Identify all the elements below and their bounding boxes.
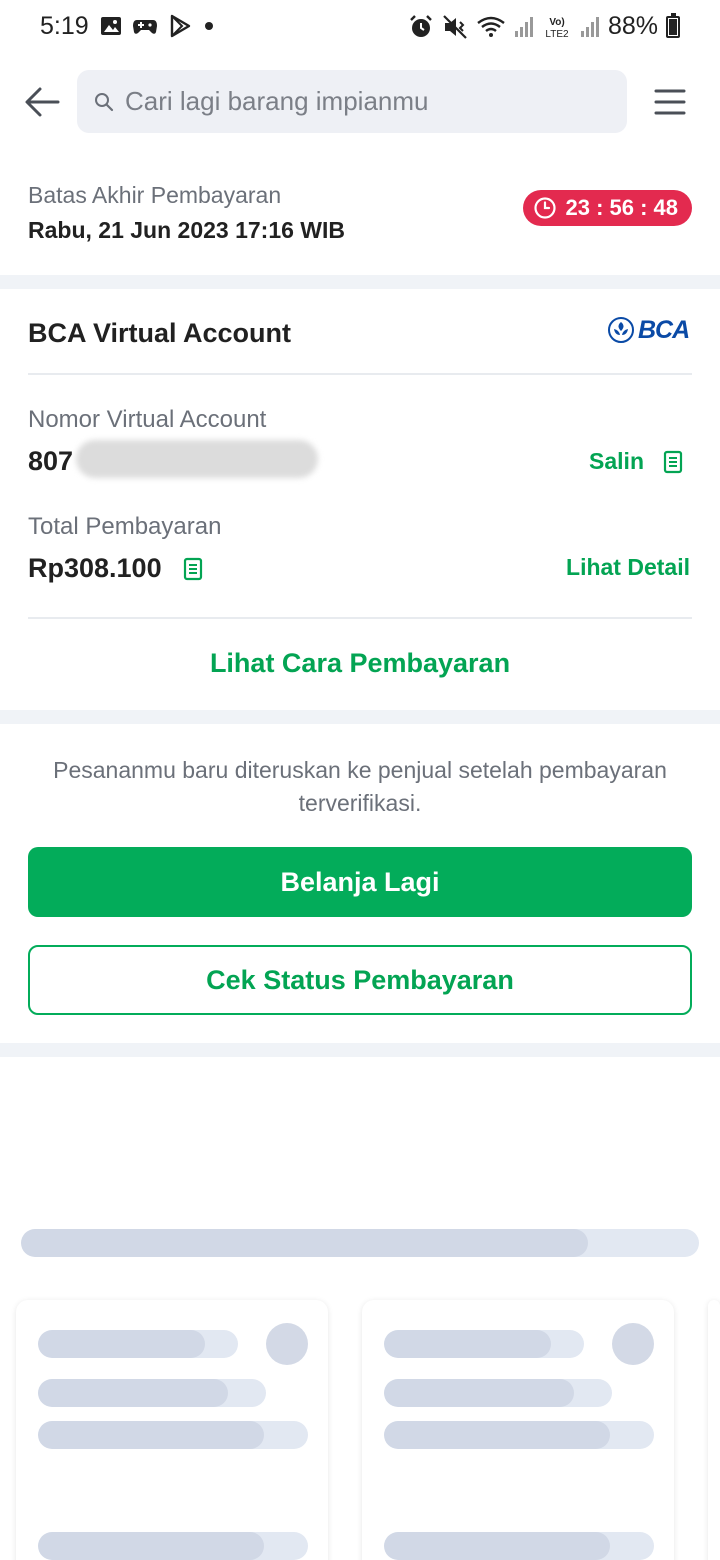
skeleton-line [38,1421,308,1449]
copy-va-button[interactable]: Salin [589,448,684,475]
payment-method-title: BCA Virtual Account [28,318,292,348]
countdown-value: 23 : 56 : 48 [565,195,678,220]
menu-button[interactable] [652,86,688,118]
search-input[interactable]: Cari lagi barang impianmu [77,70,627,133]
skeleton-card [362,1300,674,1560]
va-number: 807 [28,446,74,476]
skeleton-line [384,1421,654,1449]
signal-icon [514,16,533,37]
play-store-icon [170,14,191,38]
section-divider [0,1043,720,1057]
total-amount: Rp308.100 [28,553,162,583]
search-placeholder: Cari lagi barang impianmu [125,86,429,116]
system-icons: Vo) LTE2 88% [408,12,680,41]
alarm-icon [410,14,432,37]
signal-icon [580,16,599,37]
total-amount-row: Rp308.100 [28,553,204,584]
skeleton-avatar [266,1323,308,1365]
volte-lte2-icon: Vo)LTE2 [545,17,569,40]
skeleton-avatar [612,1323,654,1365]
divider [28,373,692,375]
copy-label: Salin [589,448,644,474]
battery-icon [666,12,680,38]
skeleton-line [38,1379,266,1407]
copy-icon[interactable] [182,556,204,582]
check-payment-status-button[interactable]: Cek Status Pembayaran [28,945,692,1015]
va-number-label: Nomor Virtual Account [28,406,267,433]
payment-deadline-section: Batas Akhir Pembayaran Rabu, 21 Jun 2023… [28,182,692,252]
hamburger-menu-icon [654,89,686,115]
top-app-bar: Cari lagi barang impianmu [0,70,720,134]
skeleton-line [38,1532,308,1560]
skeleton-bar [21,1229,699,1257]
search-icon [95,92,114,111]
shop-again-button[interactable]: Belanja Lagi [28,847,692,917]
section-divider [0,275,720,289]
game-controller-icon [133,20,157,34]
battery-percent: 88% [607,12,658,40]
skeleton-line [384,1532,654,1560]
skeleton-line [384,1330,584,1358]
redacted-number-mask [76,440,318,478]
countdown-timer: 23 : 56 : 48 [523,190,692,226]
status-time: 5:19 [40,12,89,40]
clock-icon [534,197,557,219]
bca-logo-text: BCA [638,316,690,344]
back-button[interactable] [22,82,62,122]
bca-logo: BCA [608,316,690,345]
verification-note: Pesananmu baru diteruskan ke penjual set… [53,757,667,816]
gallery-icon [101,17,121,35]
skeleton-line [38,1330,238,1358]
svg-text:Vo): Vo) [549,17,564,28]
divider [28,617,692,619]
skeleton-card [708,1300,720,1560]
skeleton-line [384,1379,612,1407]
section-divider [0,710,720,724]
dot-icon [205,22,213,30]
view-detail-link[interactable]: Lihat Detail [566,554,690,581]
total-label: Total Pembayaran [28,513,222,540]
wifi-icon [477,16,505,37]
arrow-left-icon [25,87,60,117]
bca-emblem-icon [608,316,634,343]
svg-text:LTE2: LTE2 [545,29,569,40]
copy-icon [663,450,683,473]
how-to-pay-link[interactable]: Lihat Cara Pembayaran [0,648,720,679]
mute-vibrate-icon [443,14,467,39]
skeleton-card [16,1300,328,1560]
status-bar: 5:19 Vo) LTE2 88% [0,0,720,56]
notification-icons [100,14,216,38]
